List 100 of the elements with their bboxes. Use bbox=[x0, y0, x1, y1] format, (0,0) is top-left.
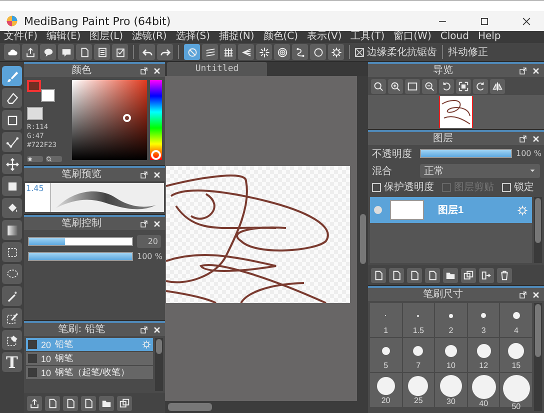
menu-item[interactable]: 窗口(W) bbox=[394, 31, 432, 43]
zoom-out-button[interactable] bbox=[422, 78, 437, 94]
page-button[interactable] bbox=[76, 44, 92, 60]
menu-item[interactable]: 滤镜(R) bbox=[132, 31, 167, 43]
menu-item[interactable]: 工具(T) bbox=[350, 31, 385, 43]
tool-button[interactable] bbox=[2, 330, 22, 350]
background-swatch[interactable] bbox=[41, 89, 55, 102]
tool-button[interactable] bbox=[2, 308, 22, 328]
close-button[interactable] bbox=[531, 290, 541, 300]
folder-button[interactable] bbox=[99, 396, 114, 410]
float-window-button[interactable] bbox=[518, 66, 528, 76]
brush-size-cell[interactable]: 3 bbox=[468, 303, 500, 337]
trash-button[interactable] bbox=[497, 268, 512, 282]
menu-item[interactable]: 图层(L) bbox=[90, 31, 124, 43]
close-button[interactable] bbox=[152, 170, 162, 180]
brush-size-cell[interactable]: 25 bbox=[402, 373, 434, 407]
tool-button[interactable]: T bbox=[2, 352, 22, 372]
float-window-button[interactable] bbox=[139, 218, 149, 228]
rotate-right-button[interactable] bbox=[473, 78, 488, 94]
merge-button[interactable] bbox=[479, 268, 494, 282]
tool-button[interactable] bbox=[2, 154, 22, 174]
menu-item[interactable]: Help bbox=[478, 31, 501, 43]
horizontal-scrollbar[interactable] bbox=[165, 401, 368, 413]
scrollbar[interactable] bbox=[534, 197, 542, 263]
snap-button[interactable] bbox=[292, 44, 308, 60]
scrollbar[interactable] bbox=[534, 303, 542, 411]
menu-item[interactable]: 表示(V) bbox=[307, 31, 342, 43]
fit-button[interactable] bbox=[405, 78, 420, 94]
float-window-button[interactable] bbox=[139, 66, 149, 76]
eyedropper-button[interactable] bbox=[46, 156, 62, 162]
float-window-button[interactable] bbox=[139, 324, 149, 334]
tool-button[interactable] bbox=[2, 88, 22, 108]
brush-size-cell[interactable]: 15 bbox=[500, 338, 532, 372]
tool-button[interactable] bbox=[2, 264, 22, 284]
layer-item[interactable]: 图层1 bbox=[370, 197, 532, 223]
menu-item[interactable]: 文件(F) bbox=[4, 31, 38, 43]
page-button[interactable] bbox=[81, 396, 96, 410]
add-color-button[interactable] bbox=[27, 156, 43, 162]
rotate-left-button[interactable] bbox=[439, 78, 454, 94]
page-button[interactable] bbox=[63, 396, 78, 410]
brush-size-cell[interactable]: 7 bbox=[402, 338, 434, 372]
snap-button[interactable] bbox=[184, 44, 200, 60]
tool-button[interactable] bbox=[2, 198, 22, 218]
copy-button[interactable] bbox=[461, 268, 476, 282]
close-button[interactable] bbox=[531, 134, 541, 144]
snap-button[interactable] bbox=[220, 44, 236, 60]
flip-button[interactable] bbox=[490, 78, 505, 94]
brush-size-cell[interactable]: 40 bbox=[468, 373, 500, 407]
list-button[interactable] bbox=[94, 44, 110, 60]
float-window-button[interactable] bbox=[518, 134, 528, 144]
undo-button[interactable] bbox=[139, 44, 155, 60]
close-button[interactable] bbox=[531, 66, 541, 76]
fullscreen-button[interactable] bbox=[456, 78, 471, 94]
brush-size-cell[interactable]: 5 bbox=[370, 338, 402, 372]
menu-item[interactable]: Cloud bbox=[440, 31, 469, 43]
visibility-dot[interactable] bbox=[374, 206, 382, 214]
close-button[interactable] bbox=[152, 324, 162, 334]
hue-slider[interactable] bbox=[150, 80, 162, 160]
tool-button[interactable] bbox=[2, 286, 22, 306]
page-button[interactable] bbox=[389, 268, 404, 282]
zoom-in-button[interactable] bbox=[388, 78, 403, 94]
brush-size-cell[interactable]: 2 bbox=[435, 303, 467, 337]
brush-item[interactable]: 10 钢笔 bbox=[26, 352, 153, 365]
brush-size-cell[interactable]: 12 bbox=[468, 338, 500, 372]
float-window-button[interactable] bbox=[139, 170, 149, 180]
cloud-button[interactable] bbox=[4, 44, 20, 60]
antialias-checkbox[interactable]: 边缘柔化抗锯齿 bbox=[355, 45, 437, 59]
transparent-swatch[interactable] bbox=[27, 107, 43, 120]
menu-item[interactable]: 选择(S) bbox=[176, 31, 210, 43]
close-button[interactable] bbox=[152, 66, 162, 76]
brush-size-cell[interactable]: 10 bbox=[435, 338, 467, 372]
foreground-swatch[interactable] bbox=[27, 80, 41, 92]
tool-button[interactable] bbox=[2, 220, 22, 240]
upload-button[interactable] bbox=[22, 44, 38, 60]
document-tab[interactable]: Untitled bbox=[167, 62, 267, 76]
zoom-button[interactable] bbox=[371, 78, 386, 94]
menu-item[interactable]: 捕捉(N) bbox=[218, 31, 254, 43]
blend-dropdown[interactable]: 正常 bbox=[420, 164, 540, 178]
page-button[interactable] bbox=[425, 268, 440, 282]
folder-button[interactable] bbox=[443, 268, 458, 282]
hue-slider-knob[interactable] bbox=[151, 150, 161, 160]
speech-bubble-button[interactable] bbox=[40, 44, 56, 60]
page-button[interactable] bbox=[371, 268, 386, 282]
size-field[interactable]: 20 bbox=[137, 235, 161, 248]
upload-button[interactable] bbox=[27, 396, 42, 410]
snap-button[interactable] bbox=[328, 44, 344, 60]
brush-size-cell[interactable]: 20 bbox=[370, 373, 402, 407]
float-window-button[interactable] bbox=[518, 290, 528, 300]
tool-button[interactable] bbox=[2, 132, 22, 152]
menu-item[interactable]: 编辑(E) bbox=[46, 31, 81, 43]
checklist-button[interactable] bbox=[112, 44, 128, 60]
redo-button[interactable] bbox=[157, 44, 173, 60]
snap-button[interactable] bbox=[274, 44, 290, 60]
snap-button[interactable] bbox=[202, 44, 218, 60]
brush-size-cell[interactable]: 50 bbox=[500, 373, 532, 407]
brush-size-cell[interactable]: 4 bbox=[500, 303, 532, 337]
page-button[interactable] bbox=[407, 268, 422, 282]
page-button[interactable] bbox=[45, 396, 60, 410]
slider-track[interactable] bbox=[28, 237, 133, 246]
brush-size-cell[interactable]: 1 bbox=[370, 303, 402, 337]
